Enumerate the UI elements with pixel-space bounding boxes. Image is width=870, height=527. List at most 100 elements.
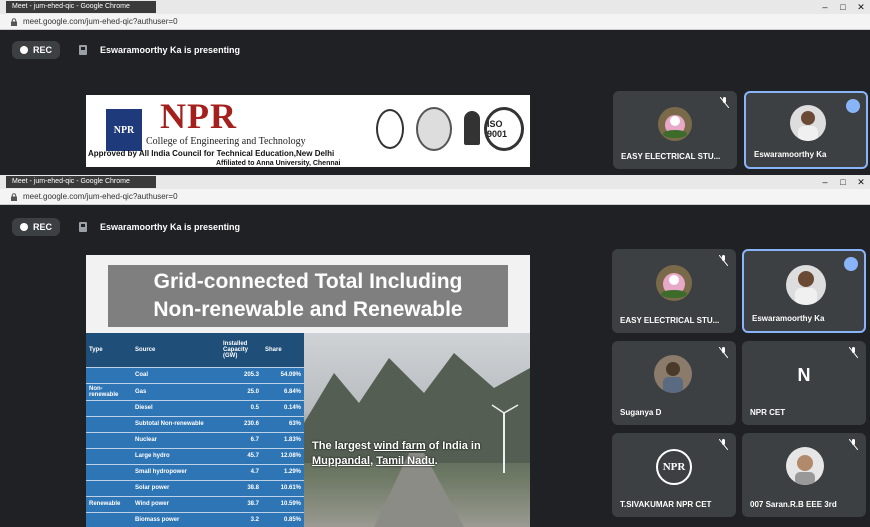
table-cell-type	[86, 480, 132, 497]
avatar	[790, 105, 826, 141]
table-cell-capacity: 4.7	[220, 464, 262, 481]
participant-tile-eswaramoorthy[interactable]: Eswaramoorthy Ka	[744, 91, 868, 169]
table-cell-source: Large hydro	[132, 448, 220, 465]
npr-logo-text: NPR	[113, 124, 135, 136]
wind-farm-photo: The largest wind farm of India in Muppand…	[304, 333, 530, 527]
affiliation-text: Affiliated to Anna University, Chennai	[216, 160, 341, 167]
slide-title-line-1: Grid-connected Total Including	[153, 270, 463, 293]
table-cell-capacity: 25.0	[220, 383, 262, 401]
table-cell-source: Nuclear	[132, 432, 220, 449]
participant-name: EASY ELECTRICAL STU...	[620, 316, 720, 325]
table-header-row: Type Source Installed Capacity (GW) Shar…	[86, 333, 304, 368]
table-body: Coal 205.3 54.09% Non-renewable Gas 25.0 6.84%…	[86, 367, 304, 527]
table-cell-type	[86, 367, 132, 384]
table-cell-share: 6.84%	[262, 383, 304, 401]
participant-tile-suganya[interactable]: Suganya D	[612, 341, 736, 425]
present-icon	[79, 222, 88, 232]
rec-label: REC	[33, 45, 53, 55]
avatar	[658, 107, 692, 141]
participant-name: Suganya D	[620, 408, 662, 417]
mic-off-icon	[720, 97, 729, 108]
slide-title-line-2: Non-renewable and Renewable	[153, 298, 463, 321]
participant-tile-sivakumar[interactable]: NPR T.SIVAKUMAR NPR CET	[612, 433, 736, 517]
column-header: Source	[132, 333, 220, 368]
mic-off-icon	[719, 347, 728, 358]
participant-name: Eswaramoorthy Ka	[752, 314, 825, 323]
meet-header: REC Eswaramoorthy Ka is presenting	[0, 30, 870, 70]
table-cell-capacity: 38.8	[220, 480, 262, 497]
participant-name: T.SIVAKUMAR NPR CET	[620, 500, 712, 509]
rec-indicator: REC	[12, 218, 61, 236]
meet-header: REC Eswaramoorthy Ka is presenting	[0, 205, 870, 249]
participant-name: EASY ELECTRICAL STU...	[621, 152, 721, 161]
table-cell-capacity: 38.7	[220, 496, 262, 513]
table-cell-type	[86, 512, 132, 527]
address-bar[interactable]: meet.google.com/jum-ehed-qic?authuser=0	[0, 189, 870, 205]
mic-off-icon	[719, 439, 728, 450]
column-header: Installed Capacity (GW)	[220, 333, 262, 368]
window-controls: – □ ✕	[816, 175, 870, 189]
table-cell-capacity: 45.7	[220, 448, 262, 465]
energy-table-wrap: Type Source Installed Capacity (GW) Shar…	[86, 333, 304, 527]
wind-farm-link[interactable]: wind farm	[374, 440, 426, 452]
column-header: Share	[262, 333, 304, 368]
iso-seal-text: ISO 9001	[487, 119, 508, 139]
table-row: Renewable Wind power 38.7 10.59%	[86, 496, 304, 513]
table-cell-capacity: 0.5	[220, 400, 262, 417]
meet-window-bottom: Meet - jum-ehed-qic - Google Chrome – □ …	[0, 175, 870, 527]
college-name: NPR	[160, 96, 237, 136]
rec-label: REC	[33, 222, 53, 232]
table-cell-type	[86, 416, 132, 433]
column-header: Type	[86, 333, 132, 368]
participant-tile-easy-electrical[interactable]: EASY ELECTRICAL STU...	[612, 249, 736, 333]
participant-tile-easy-electrical[interactable]: EASY ELECTRICAL STU...	[613, 91, 737, 169]
table-row: Biomass power 3.2 0.85%	[86, 512, 304, 527]
table-row: Nuclear 6.7 1.83%	[86, 432, 304, 449]
browser-tab[interactable]: Meet - jum-ehed-qic - Google Chrome	[6, 1, 156, 13]
maximize-icon[interactable]: □	[834, 0, 852, 14]
tamil-nadu-link[interactable]: Tamil Nadu	[376, 455, 434, 467]
approval-text: Approved by All India Council for Techni…	[88, 149, 335, 158]
participant-tile-eswaramoorthy[interactable]: Eswaramoorthy Ka	[742, 249, 866, 333]
present-icon	[79, 45, 88, 55]
avatar-initial: N	[788, 359, 820, 391]
table-cell-share: 1.29%	[262, 464, 304, 481]
table-cell-share: 1.83%	[262, 432, 304, 449]
maximize-icon[interactable]: □	[834, 175, 852, 189]
participant-tile-npr-cet[interactable]: N NPR CET	[742, 341, 866, 425]
caption-text: of India in	[425, 440, 481, 452]
npr-logo-text: NPR	[662, 461, 686, 473]
mic-off-icon	[849, 439, 858, 450]
table-cell-source: Subtotal Non-renewable	[132, 416, 220, 433]
table-cell-type: Renewable	[86, 496, 132, 513]
table-cell-capacity: 205.3	[220, 367, 262, 384]
table-cell-type	[86, 400, 132, 417]
shared-slide-top: NPR NPR College of Engineering and Techn…	[86, 95, 530, 167]
presenting-banner: Eswaramoorthy Ka is presenting	[78, 221, 240, 233]
close-icon[interactable]: ✕	[852, 0, 870, 14]
slide-title: Grid-connected Total Including Non-renew…	[108, 265, 508, 327]
muppandal-link[interactable]: Muppandal	[312, 455, 370, 467]
table-row: Solar power 38.8 10.61%	[86, 480, 304, 497]
participant-name: Eswaramoorthy Ka	[754, 150, 827, 159]
table-row: Large hydro 45.7 12.08%	[86, 448, 304, 465]
close-icon[interactable]: ✕	[852, 175, 870, 189]
lock-icon	[11, 17, 17, 26]
table-cell-source: Coal	[132, 367, 220, 384]
table-cell-share: 12.08%	[262, 448, 304, 465]
table-cell-capacity: 3.2	[220, 512, 262, 527]
participant-tile-saran[interactable]: 007 Saran.R.B EEE 3rd	[742, 433, 866, 517]
table-cell-share: 10.61%	[262, 480, 304, 497]
rec-dot-icon	[20, 46, 28, 54]
address-bar[interactable]: meet.google.com/jum-ehed-qic?authuser=0	[0, 14, 870, 30]
rec-indicator: REC	[12, 41, 61, 59]
minimize-icon[interactable]: –	[816, 175, 834, 189]
table-cell-source: Biomass power	[132, 512, 220, 527]
table-cell-source: Gas	[132, 383, 220, 401]
table-cell-share: 63%	[262, 416, 304, 433]
minimize-icon[interactable]: –	[816, 0, 834, 14]
title-bar: Meet - jum-ehed-qic - Google Chrome – □ …	[0, 0, 870, 14]
browser-tab[interactable]: Meet - jum-ehed-qic - Google Chrome	[6, 176, 156, 188]
table-cell-source: Solar power	[132, 480, 220, 497]
table-row: Subtotal Non-renewable 230.6 63%	[86, 416, 304, 433]
